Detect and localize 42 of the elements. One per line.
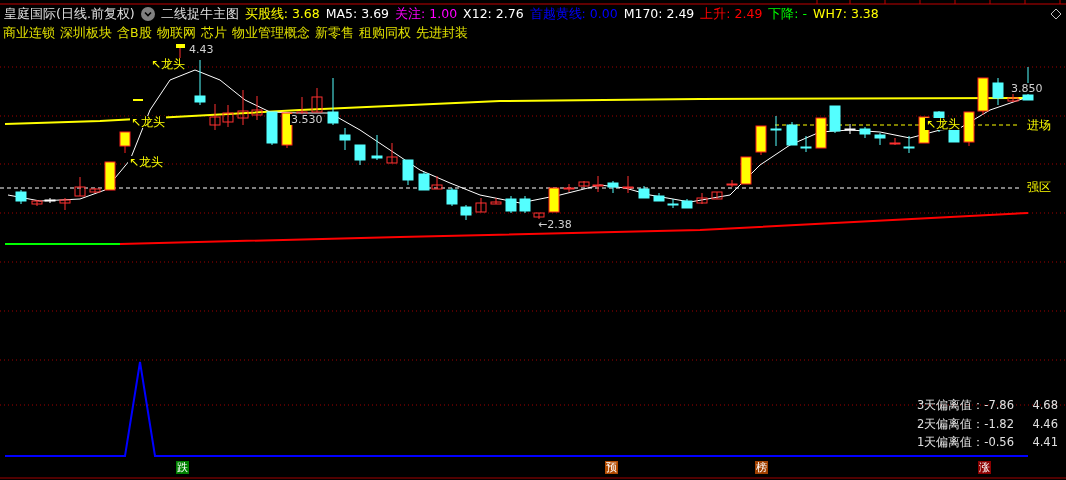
indicator-name: 二线捉牛主图 — [160, 4, 239, 23]
indicator-value: M170: 2.49 — [623, 4, 695, 23]
price-label: ←2.38 — [537, 219, 573, 230]
zone-label: 强区 — [1027, 181, 1051, 193]
price-label: 3.530 — [290, 114, 324, 125]
indicator-value: 关注: 1.00 — [395, 4, 458, 23]
concept-tag[interactable]: 物联网 — [156, 24, 196, 43]
signal-marker: 榜 — [755, 461, 768, 474]
deviation-value: 4.46 — [1031, 418, 1058, 430]
price-label: 4.43 — [188, 44, 215, 55]
indicator-value: X12: 2.76 — [463, 4, 524, 23]
deviation-value: 4.41 — [1031, 437, 1058, 449]
concept-tag[interactable]: 新零售 — [314, 24, 354, 43]
deviation-value: 4.68 — [1031, 400, 1058, 412]
signal-label: ↖龙头 — [128, 156, 165, 168]
signal-marker: 跌 — [176, 461, 189, 474]
indicator-value: 下降: - — [768, 4, 808, 23]
signal-label: ↖龙头 — [925, 118, 962, 130]
deviation-label: 3天偏离值：-7.86 — [915, 400, 1014, 412]
indicator-value: MA5: 3.69 — [325, 4, 390, 23]
signal-label: ↖龙头 — [150, 58, 187, 70]
concept-tag[interactable]: 深圳板块 — [60, 24, 112, 43]
concept-tag[interactable]: 含B股 — [117, 24, 152, 43]
indicator-value: 上升: 2.49 — [700, 4, 763, 23]
indicator-value: 首越黄线: 0.00 — [529, 4, 618, 23]
signal-label: ↖龙头 — [130, 116, 167, 128]
diamond-icon[interactable] — [1050, 8, 1062, 20]
deviation-label: 1天偏离值：-0.56 — [915, 437, 1014, 449]
dropdown-icon[interactable] — [140, 7, 155, 21]
indicator-value: WH7: 3.38 — [813, 4, 879, 23]
concept-tag[interactable]: 物业管理概念 — [231, 24, 310, 43]
zone-label: 进场 — [1027, 119, 1051, 131]
concept-tag[interactable]: 租购同权 — [358, 24, 411, 43]
stock-title: 皇庭国际(日线.前复权) — [4, 4, 135, 23]
price-label: 3.850 — [1010, 83, 1044, 94]
concept-tag[interactable]: 先进封装 — [415, 24, 468, 43]
concept-tag[interactable]: 芯片 — [200, 24, 227, 43]
signal-marker: 预 — [605, 461, 618, 474]
deviation-label: 2天偏离值：-1.82 — [915, 418, 1014, 430]
indicator-value: 买股线: 3.68 — [244, 4, 320, 23]
signal-marker: 涨 — [978, 461, 991, 474]
concept-tag[interactable]: 商业连锁 — [3, 24, 55, 43]
